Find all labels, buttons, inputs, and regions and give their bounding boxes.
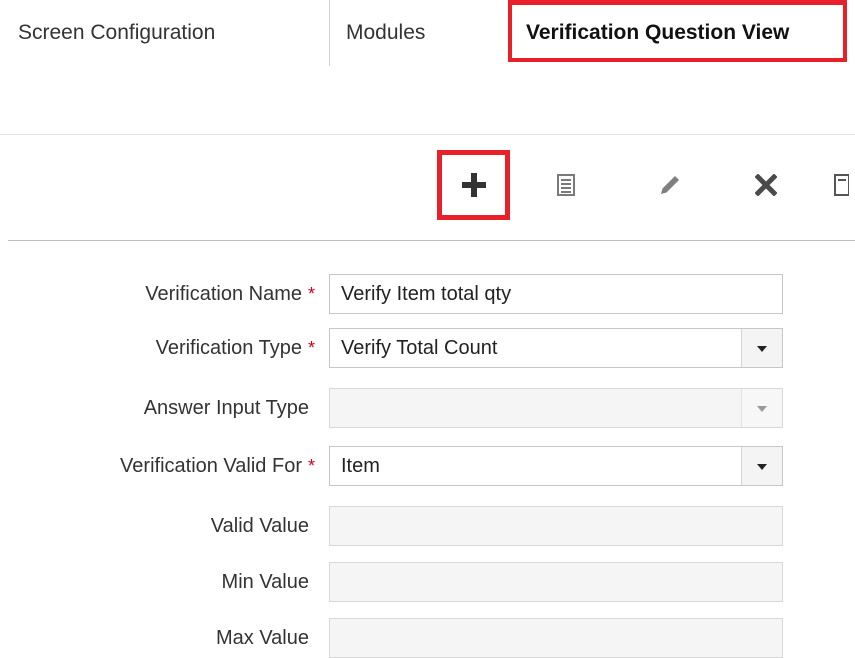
min-value-label: Min Value: [221, 571, 309, 593]
add-button[interactable]: [437, 150, 510, 220]
valid-value-field[interactable]: [329, 506, 783, 546]
tab-separator: [329, 0, 330, 66]
delete-button[interactable]: [731, 150, 801, 220]
toolbar: [0, 150, 855, 230]
edit-button[interactable]: [635, 150, 705, 220]
verification-name-label: Verification Name *: [145, 283, 315, 305]
tab-modules[interactable]: Modules: [346, 0, 425, 68]
verification-valid-for-value: Item: [341, 455, 380, 477]
more-button[interactable]: [825, 150, 855, 220]
verification-valid-for-select[interactable]: Item: [329, 446, 783, 486]
chevron-down-icon[interactable]: [741, 389, 782, 427]
divider: [0, 134, 855, 135]
edit-icon: [661, 176, 679, 194]
chevron-down-icon[interactable]: [741, 447, 782, 485]
tab-verification-question-view[interactable]: Verification Question View: [510, 0, 789, 68]
verification-type-select[interactable]: Verify Total Count: [329, 328, 783, 368]
verification-type-row: Verification Type * Verify Total Count: [0, 328, 855, 368]
required-mark: *: [307, 338, 315, 358]
required-mark: *: [307, 456, 315, 476]
more-icon: [834, 174, 849, 196]
verification-valid-for-label: Verification Valid For *: [120, 455, 315, 477]
divider: [8, 240, 855, 241]
delete-icon: [755, 174, 777, 196]
details-button[interactable]: [531, 150, 601, 220]
max-value-field[interactable]: [329, 618, 783, 658]
required-mark: *: [307, 284, 315, 304]
verification-name-field[interactable]: Verify Item total qty: [329, 274, 783, 314]
min-value-row: Min Value: [0, 562, 855, 602]
tab-bar: Screen Configuration Modules Verificatio…: [0, 0, 855, 68]
valid-value-row: Valid Value: [0, 506, 855, 546]
min-value-field[interactable]: [329, 562, 783, 602]
chevron-down-icon[interactable]: [741, 329, 782, 367]
list-icon: [557, 174, 575, 196]
verification-type-value: Verify Total Count: [341, 337, 498, 359]
max-value-row: Max Value: [0, 618, 855, 658]
verification-name-row: Verification Name * Verify Item total qty: [0, 274, 855, 314]
verification-type-label: Verification Type *: [155, 337, 315, 359]
valid-value-label: Valid Value: [210, 515, 309, 537]
answer-input-type-select[interactable]: [329, 388, 783, 428]
add-icon: [461, 173, 486, 197]
max-value-label: Max Value: [215, 627, 309, 649]
verification-valid-for-row: Verification Valid For * Item: [0, 446, 855, 486]
tab-screen-configuration[interactable]: Screen Configuration: [18, 0, 215, 68]
answer-input-type-label: Answer Input Type: [143, 397, 309, 419]
answer-input-type-row: Answer Input Type: [0, 388, 855, 428]
